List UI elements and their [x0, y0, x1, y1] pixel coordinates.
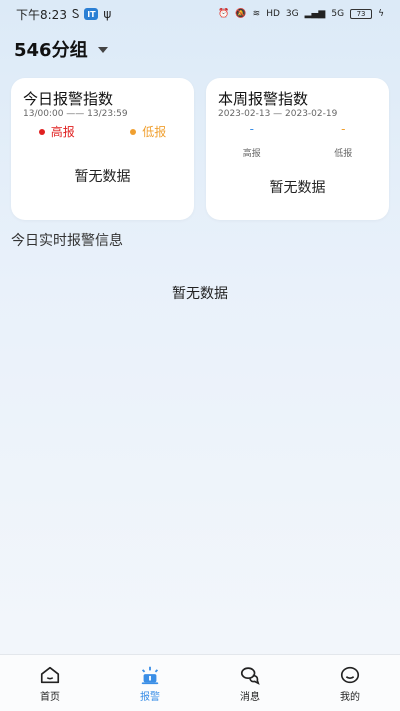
today-alarm-card: 今日报警指数 13/00:00 —— 13/23:59 高报 低报 暂无数据	[11, 78, 194, 220]
home-icon	[40, 666, 60, 683]
sim-icon: Ꮪ	[71, 6, 80, 21]
tab-alarm[interactable]: 报警	[100, 655, 200, 711]
app-badge-icon: IT	[84, 8, 99, 20]
chevron-down-icon[interactable]	[97, 47, 108, 53]
network-label: HD	[266, 9, 280, 19]
tab-profile[interactable]: 我的	[300, 655, 400, 711]
today-legend: 高报 低报	[11, 123, 194, 140]
tab-profile-label: 我的	[340, 691, 360, 703]
legend-low-label: 低报	[142, 125, 167, 139]
week-low-label: 低报	[334, 149, 353, 159]
wifi-icon: ≋	[252, 9, 261, 19]
low-dot-icon	[130, 128, 137, 135]
legend-low: 低报	[103, 123, 195, 140]
week-high-label: 高报	[242, 149, 261, 159]
week-alarm-card: 本周报警指数 2023-02-13 — 2023-02-19 - 高报 - 低报…	[206, 78, 389, 220]
today-card-title: 今日报警指数	[23, 90, 114, 108]
week-high-value: -	[249, 122, 254, 136]
tab-home[interactable]: 首页	[0, 655, 100, 711]
realtime-section-title: 今日实时报警信息	[11, 233, 123, 249]
status-left: 下午8:23 Ꮪ IT ψ	[16, 6, 111, 23]
group-title: 546分组	[14, 40, 88, 61]
charging-icon: ϟ	[378, 9, 384, 19]
high-dot-icon	[38, 128, 45, 135]
today-card-empty: 暂无数据	[74, 169, 131, 185]
signal-icon: ▂▄▆	[304, 9, 326, 19]
usb-icon: ψ	[103, 7, 112, 21]
message-icon	[240, 666, 260, 685]
group-selector[interactable]: 546分组	[14, 36, 108, 62]
legend-high-label: 高报	[50, 125, 75, 139]
alarm-clock-icon: ⏰	[218, 9, 230, 19]
week-high-col: - 高报	[206, 122, 298, 159]
week-values: - 高报 - 低报	[206, 122, 389, 159]
bottom-tabbar: 首页 报警 消息 我的	[0, 654, 400, 711]
battery-icon: 73	[350, 9, 373, 19]
status-right: ⏰ 🔕 ≋ HD 3G ▂▄▆ 5G 73 ϟ	[218, 9, 384, 19]
week-low-value: -	[341, 122, 346, 136]
status-time: 下午8:23	[16, 7, 67, 22]
alarm-icon	[141, 666, 159, 684]
realtime-empty: 暂无数据	[172, 286, 228, 302]
tab-message-label: 消息	[240, 691, 260, 703]
week-card-empty: 暂无数据	[269, 180, 326, 196]
tab-home-label: 首页	[40, 691, 60, 703]
week-card-range: 2023-02-13 — 2023-02-19	[218, 109, 338, 119]
tab-message[interactable]: 消息	[200, 655, 300, 711]
signal-3g-label: 3G	[285, 9, 299, 19]
tab-alarm-label: 报警	[140, 691, 160, 703]
mute-icon: 🔕	[235, 9, 247, 19]
profile-icon	[340, 666, 360, 683]
week-low-col: - 低报	[298, 122, 390, 159]
today-card-range: 13/00:00 —— 13/23:59	[23, 109, 128, 119]
legend-high: 高报	[11, 123, 103, 140]
signal-5g-label: 5G	[331, 9, 345, 19]
status-bar: 下午8:23 Ꮪ IT ψ ⏰ 🔕 ≋ HD 3G ▂▄▆ 5G 73 ϟ	[0, 0, 400, 28]
week-card-title: 本周报警指数	[218, 90, 309, 108]
